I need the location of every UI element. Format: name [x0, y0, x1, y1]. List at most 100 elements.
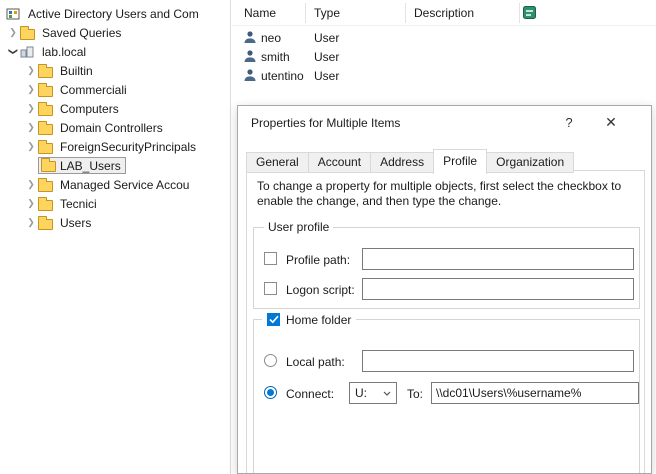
folder-icon [20, 26, 39, 40]
chevron-right-icon[interactable]: ❯ [24, 180, 38, 189]
chevron-down-icon[interactable]: ❯ [9, 45, 18, 59]
column-separator[interactable] [405, 3, 406, 23]
chevron-right-icon[interactable]: ❯ [24, 66, 38, 75]
home-folder-checkbox[interactable] [267, 313, 280, 326]
dialog-tab-strip: General Account Address Profile Organiza… [246, 149, 573, 173]
chevron-right-icon[interactable]: ❯ [24, 199, 38, 208]
tab-organization[interactable]: Organization [486, 152, 574, 173]
tree-item-label: Active Directory Users and Com [25, 6, 202, 22]
domain-icon [20, 45, 39, 59]
column-header-description[interactable]: Description [414, 6, 474, 20]
column-header-name[interactable]: Name [244, 6, 276, 20]
tree-item-commerciali[interactable]: ❯ Commerciali [0, 80, 230, 99]
folder-icon [38, 64, 57, 78]
list-item-smith[interactable]: smith User [232, 47, 656, 66]
list-body: neo User smith User utentino User [232, 28, 656, 85]
home-folder-label: Home folder [286, 313, 351, 327]
list-header-icon [523, 6, 536, 22]
column-separator[interactable] [305, 3, 306, 23]
local-path-input[interactable] [362, 350, 634, 372]
console-tree: Active Directory Users and Com ❯ Saved Q… [0, 0, 231, 474]
cell-type: User [314, 50, 339, 64]
chevron-right-icon[interactable]: ❯ [24, 85, 38, 94]
column-separator[interactable] [519, 3, 520, 23]
cell-type: User [314, 31, 339, 45]
profile-path-label: Profile path: [286, 253, 350, 267]
tree-item-label: Saved Queries [39, 25, 124, 41]
user-icon [243, 68, 257, 85]
tree-item-managed-service-accounts[interactable]: ❯ Managed Service Accou [0, 175, 230, 194]
chevron-right-icon[interactable]: ❯ [24, 104, 38, 113]
drive-letter-combobox[interactable]: U: [349, 382, 397, 404]
tree-item-label: lab.local [39, 44, 89, 60]
list-item-neo[interactable]: neo User [232, 28, 656, 47]
chevron-right-icon[interactable]: ❯ [6, 28, 20, 37]
tree-item-label: Commerciali [57, 82, 130, 98]
tree-item-label: Domain Controllers [57, 120, 166, 136]
tab-profile[interactable]: Profile [433, 149, 487, 174]
cell-name: smith [261, 50, 290, 64]
tree-item-label: ForeignSecurityPrincipals [57, 139, 199, 155]
tree-item-label: Tecnici [57, 196, 100, 212]
cell-type: User [314, 69, 339, 83]
tab-address[interactable]: Address [370, 152, 434, 173]
cell-name: utentino [261, 69, 304, 83]
tab-account[interactable]: Account [308, 152, 371, 173]
checkmark-icon [269, 315, 279, 324]
to-label: To: [407, 387, 423, 401]
folder-icon [41, 161, 56, 172]
logon-script-label: Logon script: [286, 283, 355, 297]
tree-item-lab-users[interactable]: ❯ LAB_Users [0, 156, 230, 175]
tree-item-domain-controllers[interactable]: ❯ Domain Controllers [0, 118, 230, 137]
dialog-title: Properties for Multiple Items [251, 116, 400, 130]
folder-icon [38, 178, 57, 192]
tree-item-label: Users [57, 215, 94, 231]
tree-item-label: Managed Service Accou [57, 177, 192, 193]
folder-icon [38, 197, 57, 211]
selected-tree-item[interactable]: LAB_Users [38, 157, 126, 174]
group-label: User profile [264, 220, 333, 234]
logon-script-row: Logon script: [264, 278, 649, 302]
properties-dialog: Properties for Multiple Items ? ✕ Genera… [237, 105, 652, 474]
folder-icon [38, 83, 57, 97]
folder-icon [38, 121, 57, 135]
local-path-radio[interactable] [264, 354, 277, 367]
close-button[interactable]: ✕ [594, 106, 628, 139]
column-header-type[interactable]: Type [314, 6, 340, 20]
user-profile-group: User profile Profile path: Logon script: [253, 227, 640, 309]
profile-tab-page: To change a property for multiple object… [246, 170, 645, 474]
tree-item-saved-queries[interactable]: ❯ Saved Queries [0, 23, 230, 42]
tree-item-root[interactable]: Active Directory Users and Com [0, 4, 230, 23]
tree-item-label: LAB_Users [60, 159, 121, 173]
home-folder-legend: Home folder [262, 310, 356, 329]
logon-script-input[interactable] [362, 278, 634, 300]
tree-item-label: Computers [57, 101, 122, 117]
home-folder-group: Home folder Local path: Connect: U: To: [253, 319, 640, 474]
tree-item-lab-local[interactable]: ❯ lab.local [0, 42, 230, 61]
tree-item-label: Builtin [57, 63, 96, 79]
connect-row: Connect: U: To: [264, 382, 649, 406]
tree-item-computers[interactable]: ❯ Computers [0, 99, 230, 118]
logon-script-checkbox[interactable] [264, 282, 277, 295]
chevron-down-icon [383, 391, 391, 396]
tree-item-users[interactable]: ❯ Users [0, 213, 230, 232]
profile-path-checkbox[interactable] [264, 252, 277, 265]
chevron-right-icon[interactable]: ❯ [24, 142, 38, 151]
tree-item-builtin[interactable]: ❯ Builtin [0, 61, 230, 80]
profile-path-input[interactable] [362, 248, 634, 270]
drive-letter-value: U: [355, 386, 367, 400]
connect-label: Connect: [286, 387, 334, 401]
profile-path-row: Profile path: [264, 248, 649, 272]
home-folder-path-input[interactable] [431, 382, 639, 404]
connect-radio[interactable] [264, 386, 277, 399]
help-button[interactable]: ? [552, 106, 586, 139]
chevron-right-icon[interactable]: ❯ [24, 123, 38, 132]
folder-icon [38, 216, 57, 230]
tree-item-tecnici[interactable]: ❯ Tecnici [0, 194, 230, 213]
tree-item-foreign-security-principals[interactable]: ❯ ForeignSecurityPrincipals [0, 137, 230, 156]
dialog-titlebar: Properties for Multiple Items ? ✕ [238, 106, 651, 139]
list-header: Name Type Description [232, 0, 656, 26]
tab-general[interactable]: General [246, 152, 309, 173]
chevron-right-icon[interactable]: ❯ [24, 218, 38, 227]
list-item-utentino[interactable]: utentino User [232, 66, 656, 85]
